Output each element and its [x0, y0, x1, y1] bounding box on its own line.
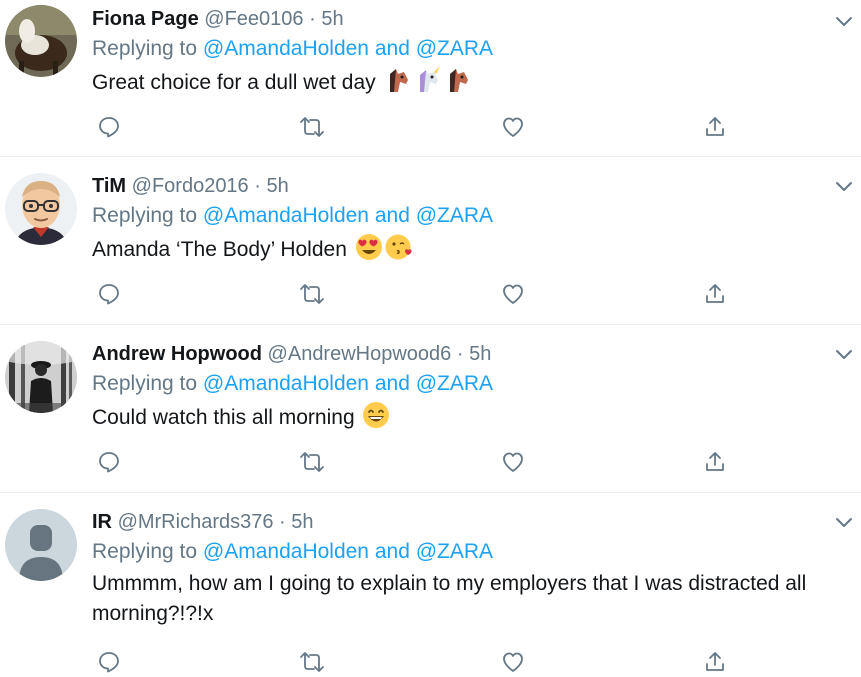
timestamp[interactable]: 5h [321, 8, 343, 30]
chevron-down-icon[interactable] [833, 511, 855, 533]
reply-icon[interactable] [94, 112, 124, 142]
heart-icon[interactable] [498, 447, 528, 477]
tweet-text-body: Amanda ‘The Body’ Holden [92, 238, 347, 261]
avatar[interactable] [5, 341, 77, 413]
tweet[interactable]: IR @MrRichards376 · 5h Replying to @Aman… [0, 493, 861, 677]
mention-link[interactable]: @ZARA [416, 37, 493, 60]
timestamp[interactable]: 5h [469, 343, 491, 365]
tweet-actions [92, 112, 732, 142]
replying-to: Replying to @AmandaHolden and @ZARA [92, 201, 841, 231]
horse-face-icon [384, 66, 412, 94]
user-handle[interactable]: @AndrewHopwood6 [268, 343, 452, 365]
separator-dot: · [254, 175, 261, 197]
display-name[interactable]: TiM [92, 175, 126, 197]
grinning-face-icon [362, 401, 390, 429]
share-icon[interactable] [700, 279, 730, 309]
replying-to: Replying to @AmandaHolden and @ZARA [92, 34, 841, 64]
kissing-face-icon [385, 233, 413, 261]
mention-link[interactable]: @AmandaHolden [203, 540, 369, 563]
chevron-down-icon[interactable] [833, 343, 855, 365]
avatar[interactable] [5, 509, 77, 581]
separator-dot: · [309, 8, 316, 30]
replying-prefix: Replying to [92, 540, 198, 563]
user-handle[interactable]: @Fordo2016 [132, 175, 249, 197]
mention-conj[interactable]: and [375, 204, 410, 227]
display-name[interactable]: Fiona Page [92, 8, 199, 30]
heart-icon[interactable] [498, 112, 528, 142]
separator-dot: · [279, 511, 286, 533]
reply-icon[interactable] [94, 447, 124, 477]
share-icon[interactable] [700, 112, 730, 142]
avatar[interactable] [5, 173, 77, 245]
unicorn-face-icon [414, 66, 442, 94]
replying-to: Replying to @AmandaHolden and @ZARA [92, 369, 841, 399]
reply-icon[interactable] [94, 647, 124, 677]
heart-eyes-face-icon [355, 233, 383, 261]
tweet[interactable]: TiM @Fordo2016 · 5h Replying to @AmandaH… [0, 157, 861, 325]
tweet-actions [92, 447, 732, 477]
mention-link[interactable]: @ZARA [416, 204, 493, 227]
mention-conj[interactable]: and [375, 37, 410, 60]
tweet-text: Ummmm, how am I going to explain to my e… [92, 569, 841, 629]
share-icon[interactable] [700, 647, 730, 677]
tweet-actions [92, 647, 732, 677]
share-icon[interactable] [700, 447, 730, 477]
tweet-text: Could watch this all morning [92, 401, 841, 433]
mention-link[interactable]: @ZARA [416, 540, 493, 563]
tweet-text: Great choice for a dull wet day [92, 66, 841, 98]
user-handle[interactable]: @Fee0106 [204, 8, 303, 30]
mention-link[interactable]: @AmandaHolden [203, 37, 369, 60]
heart-icon[interactable] [498, 647, 528, 677]
retweet-icon[interactable] [297, 647, 327, 677]
mention-conj[interactable]: and [375, 372, 410, 395]
tweet-text: Amanda ‘The Body’ Holden [92, 233, 841, 265]
avatar[interactable] [5, 5, 77, 77]
retweet-icon[interactable] [297, 447, 327, 477]
retweet-icon[interactable] [297, 279, 327, 309]
mention-link[interactable]: @AmandaHolden [203, 372, 369, 395]
reply-feed: Fiona Page @Fee0106 · 5h Replying to @Am… [0, 0, 861, 677]
mention-conj[interactable]: and [375, 540, 410, 563]
tweet-text-body: Could watch this all morning [92, 406, 355, 429]
replying-prefix: Replying to [92, 37, 198, 60]
tweet[interactable]: Fiona Page @Fee0106 · 5h Replying to @Am… [0, 0, 861, 157]
replying-to: Replying to @AmandaHolden and @ZARA [92, 537, 841, 567]
tweet[interactable]: Andrew Hopwood @AndrewHopwood6 · 5h Repl… [0, 325, 861, 493]
replying-prefix: Replying to [92, 204, 198, 227]
timestamp[interactable]: 5h [266, 175, 288, 197]
reply-icon[interactable] [94, 279, 124, 309]
tweet-text-body: Ummmm, how am I going to explain to my e… [92, 572, 807, 625]
separator-dot: · [456, 343, 464, 365]
chevron-down-icon[interactable] [833, 175, 855, 197]
heart-icon[interactable] [498, 279, 528, 309]
timestamp[interactable]: 5h [291, 511, 313, 533]
horse-face-icon [444, 66, 472, 94]
tweet-actions [92, 279, 732, 309]
mention-link[interactable]: @ZARA [416, 372, 493, 395]
replying-prefix: Replying to [92, 372, 198, 395]
display-name[interactable]: Andrew Hopwood [92, 343, 262, 365]
retweet-icon[interactable] [297, 112, 327, 142]
user-handle[interactable]: @MrRichards376 [118, 511, 274, 533]
tweet-text-body: Great choice for a dull wet day [92, 71, 376, 94]
chevron-down-icon[interactable] [833, 10, 855, 32]
mention-link[interactable]: @AmandaHolden [203, 204, 369, 227]
display-name[interactable]: IR [92, 511, 112, 533]
